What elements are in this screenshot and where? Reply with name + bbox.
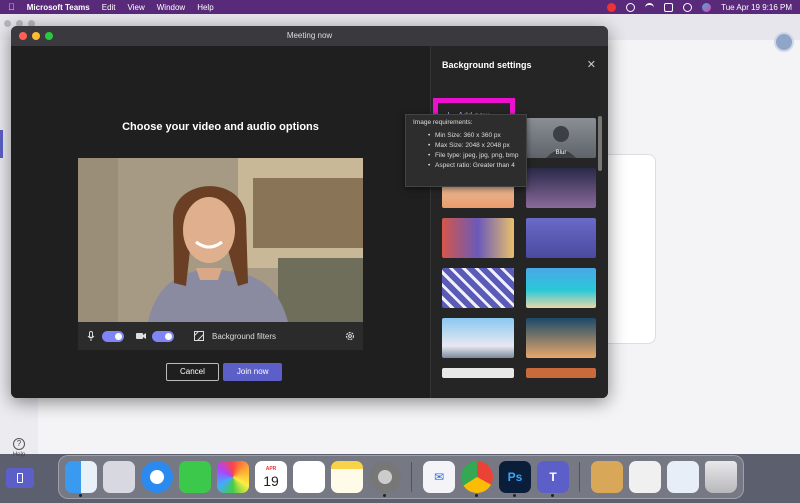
user-avatar[interactable]	[774, 32, 794, 52]
background-thumbnail[interactable]: Blur	[526, 118, 596, 158]
teams-close-control[interactable]	[4, 20, 11, 27]
downloads-icon[interactable]	[667, 461, 699, 493]
meeting-titlebar: Meeting now	[11, 26, 608, 46]
microphone-toggle[interactable]	[102, 330, 124, 342]
close-panel-icon[interactable]: ✕	[587, 58, 596, 71]
background-thumbnail[interactable]	[442, 318, 514, 358]
running-indicator	[383, 494, 386, 497]
tooltip-title: Image requirements:	[413, 119, 473, 126]
menu-window[interactable]: Window	[157, 3, 185, 12]
calendar-icon[interactable]: APR 19	[255, 461, 287, 493]
camera-preview-image	[78, 158, 363, 322]
tooltip-item: Max Size: 2048 x 2048 px	[428, 142, 519, 149]
tooltip-list: Min Size: 360 x 360 px Max Size: 2048 x …	[413, 132, 519, 169]
messages-icon[interactable]	[179, 461, 211, 493]
running-indicator	[513, 494, 516, 497]
background-thumbnail[interactable]	[442, 268, 514, 308]
tooltip-item: Aspect ratio: Greater than 4	[428, 162, 519, 169]
photos-icon[interactable]	[217, 461, 249, 493]
help-button[interactable]: ? Help	[8, 438, 30, 458]
background-thumbnail[interactable]	[526, 368, 596, 378]
running-indicator	[551, 494, 554, 497]
teams-icon[interactable]: T	[537, 461, 569, 493]
meeting-window-title: Meeting now	[286, 31, 333, 40]
prejoin-actions: Cancel Join now	[166, 363, 283, 381]
running-indicator	[79, 494, 82, 497]
meeting-window-controls	[19, 32, 53, 40]
menu-help[interactable]: Help	[197, 3, 213, 12]
menu-clock[interactable]: Tue Apr 19 9:16 PM	[721, 3, 792, 12]
menu-app-name[interactable]: Microsoft Teams	[27, 3, 90, 12]
finder-icon[interactable]	[65, 461, 97, 493]
minimize-window-control[interactable]	[32, 32, 40, 40]
camera-preview	[78, 158, 363, 322]
rail-active-indicator	[0, 130, 3, 158]
prejoin-heading: Choose your video and audio options	[122, 121, 319, 133]
calendar-month: APR	[265, 465, 277, 472]
mobile-phone-icon	[17, 473, 23, 483]
camera-icon	[136, 331, 146, 341]
menu-edit[interactable]: Edit	[102, 3, 116, 12]
play-icon[interactable]	[626, 2, 636, 12]
panel-scrollbar[interactable]	[598, 116, 602, 171]
background-settings-title: Background settings	[442, 60, 532, 70]
running-indicator	[475, 494, 478, 497]
status-area: Tue Apr 19 9:16 PM	[607, 2, 792, 12]
cancel-button[interactable]: Cancel	[166, 363, 219, 381]
siri-icon[interactable]	[702, 2, 712, 12]
trash-icon[interactable]	[705, 461, 737, 493]
macos-dock: APR 19 ✉ Ps T	[58, 455, 744, 499]
background-filters-icon	[194, 331, 204, 341]
background-thumbnail[interactable]	[526, 218, 596, 258]
dock-separator	[579, 462, 580, 492]
device-settings-gear-icon[interactable]	[345, 331, 355, 341]
tooltip-item: Min Size: 360 x 360 px	[428, 132, 519, 139]
help-label: Help	[12, 452, 26, 458]
background-settings-panel: Background settings ✕ + Add new Blur	[430, 46, 608, 398]
chrome-icon[interactable]	[461, 461, 493, 493]
control-center-icon[interactable]	[664, 2, 674, 12]
background-thumbnail[interactable]	[442, 368, 514, 378]
reminders-icon[interactable]	[293, 461, 325, 493]
notes-icon[interactable]	[331, 461, 363, 493]
prejoin-panel: Choose your video and audio options Back…	[11, 46, 430, 398]
launchpad-icon[interactable]	[103, 461, 135, 493]
microphone-icon	[86, 331, 96, 341]
device-controls-bar: Background filters	[78, 322, 363, 350]
safari-icon[interactable]	[141, 461, 173, 493]
search-icon[interactable]	[683, 2, 693, 12]
blur-label: Blur	[555, 150, 567, 156]
meeting-window: Meeting now Choose your video and audio …	[11, 26, 608, 398]
close-window-control[interactable]	[19, 32, 27, 40]
camera-toggle[interactable]	[152, 330, 174, 342]
background-card	[608, 154, 656, 344]
background-thumbnail[interactable]	[526, 268, 596, 308]
zoom-window-control[interactable]	[45, 32, 53, 40]
calendar-day: 19	[263, 472, 279, 489]
apple-menu-icon[interactable]: 	[8, 2, 15, 12]
background-filters-button[interactable]: Background filters	[212, 332, 276, 341]
mail-icon[interactable]: ✉	[423, 461, 455, 493]
background-thumbnail[interactable]	[526, 318, 596, 358]
join-now-button[interactable]: Join now	[222, 363, 283, 381]
image-requirements-tooltip: Image requirements: Min Size: 360 x 360 …	[405, 114, 527, 187]
background-thumbnail[interactable]	[526, 168, 596, 208]
macos-menu-bar:  Microsoft Teams Edit View Window Help …	[0, 0, 800, 14]
documents-icon[interactable]	[629, 461, 661, 493]
tooltip-item: File type: jpeg, jpg, png, bmp	[428, 152, 519, 159]
help-icon: ?	[13, 438, 25, 450]
mobile-app-button[interactable]	[6, 468, 34, 488]
wifi-icon[interactable]	[645, 2, 655, 12]
dock-separator	[411, 462, 412, 492]
system-preferences-icon[interactable]	[369, 461, 401, 493]
background-thumbnail[interactable]	[442, 218, 514, 258]
photoshop-icon[interactable]: Ps	[499, 461, 531, 493]
screen-record-icon[interactable]	[607, 2, 617, 12]
archive-icon[interactable]	[591, 461, 623, 493]
menu-view[interactable]: View	[128, 3, 145, 12]
